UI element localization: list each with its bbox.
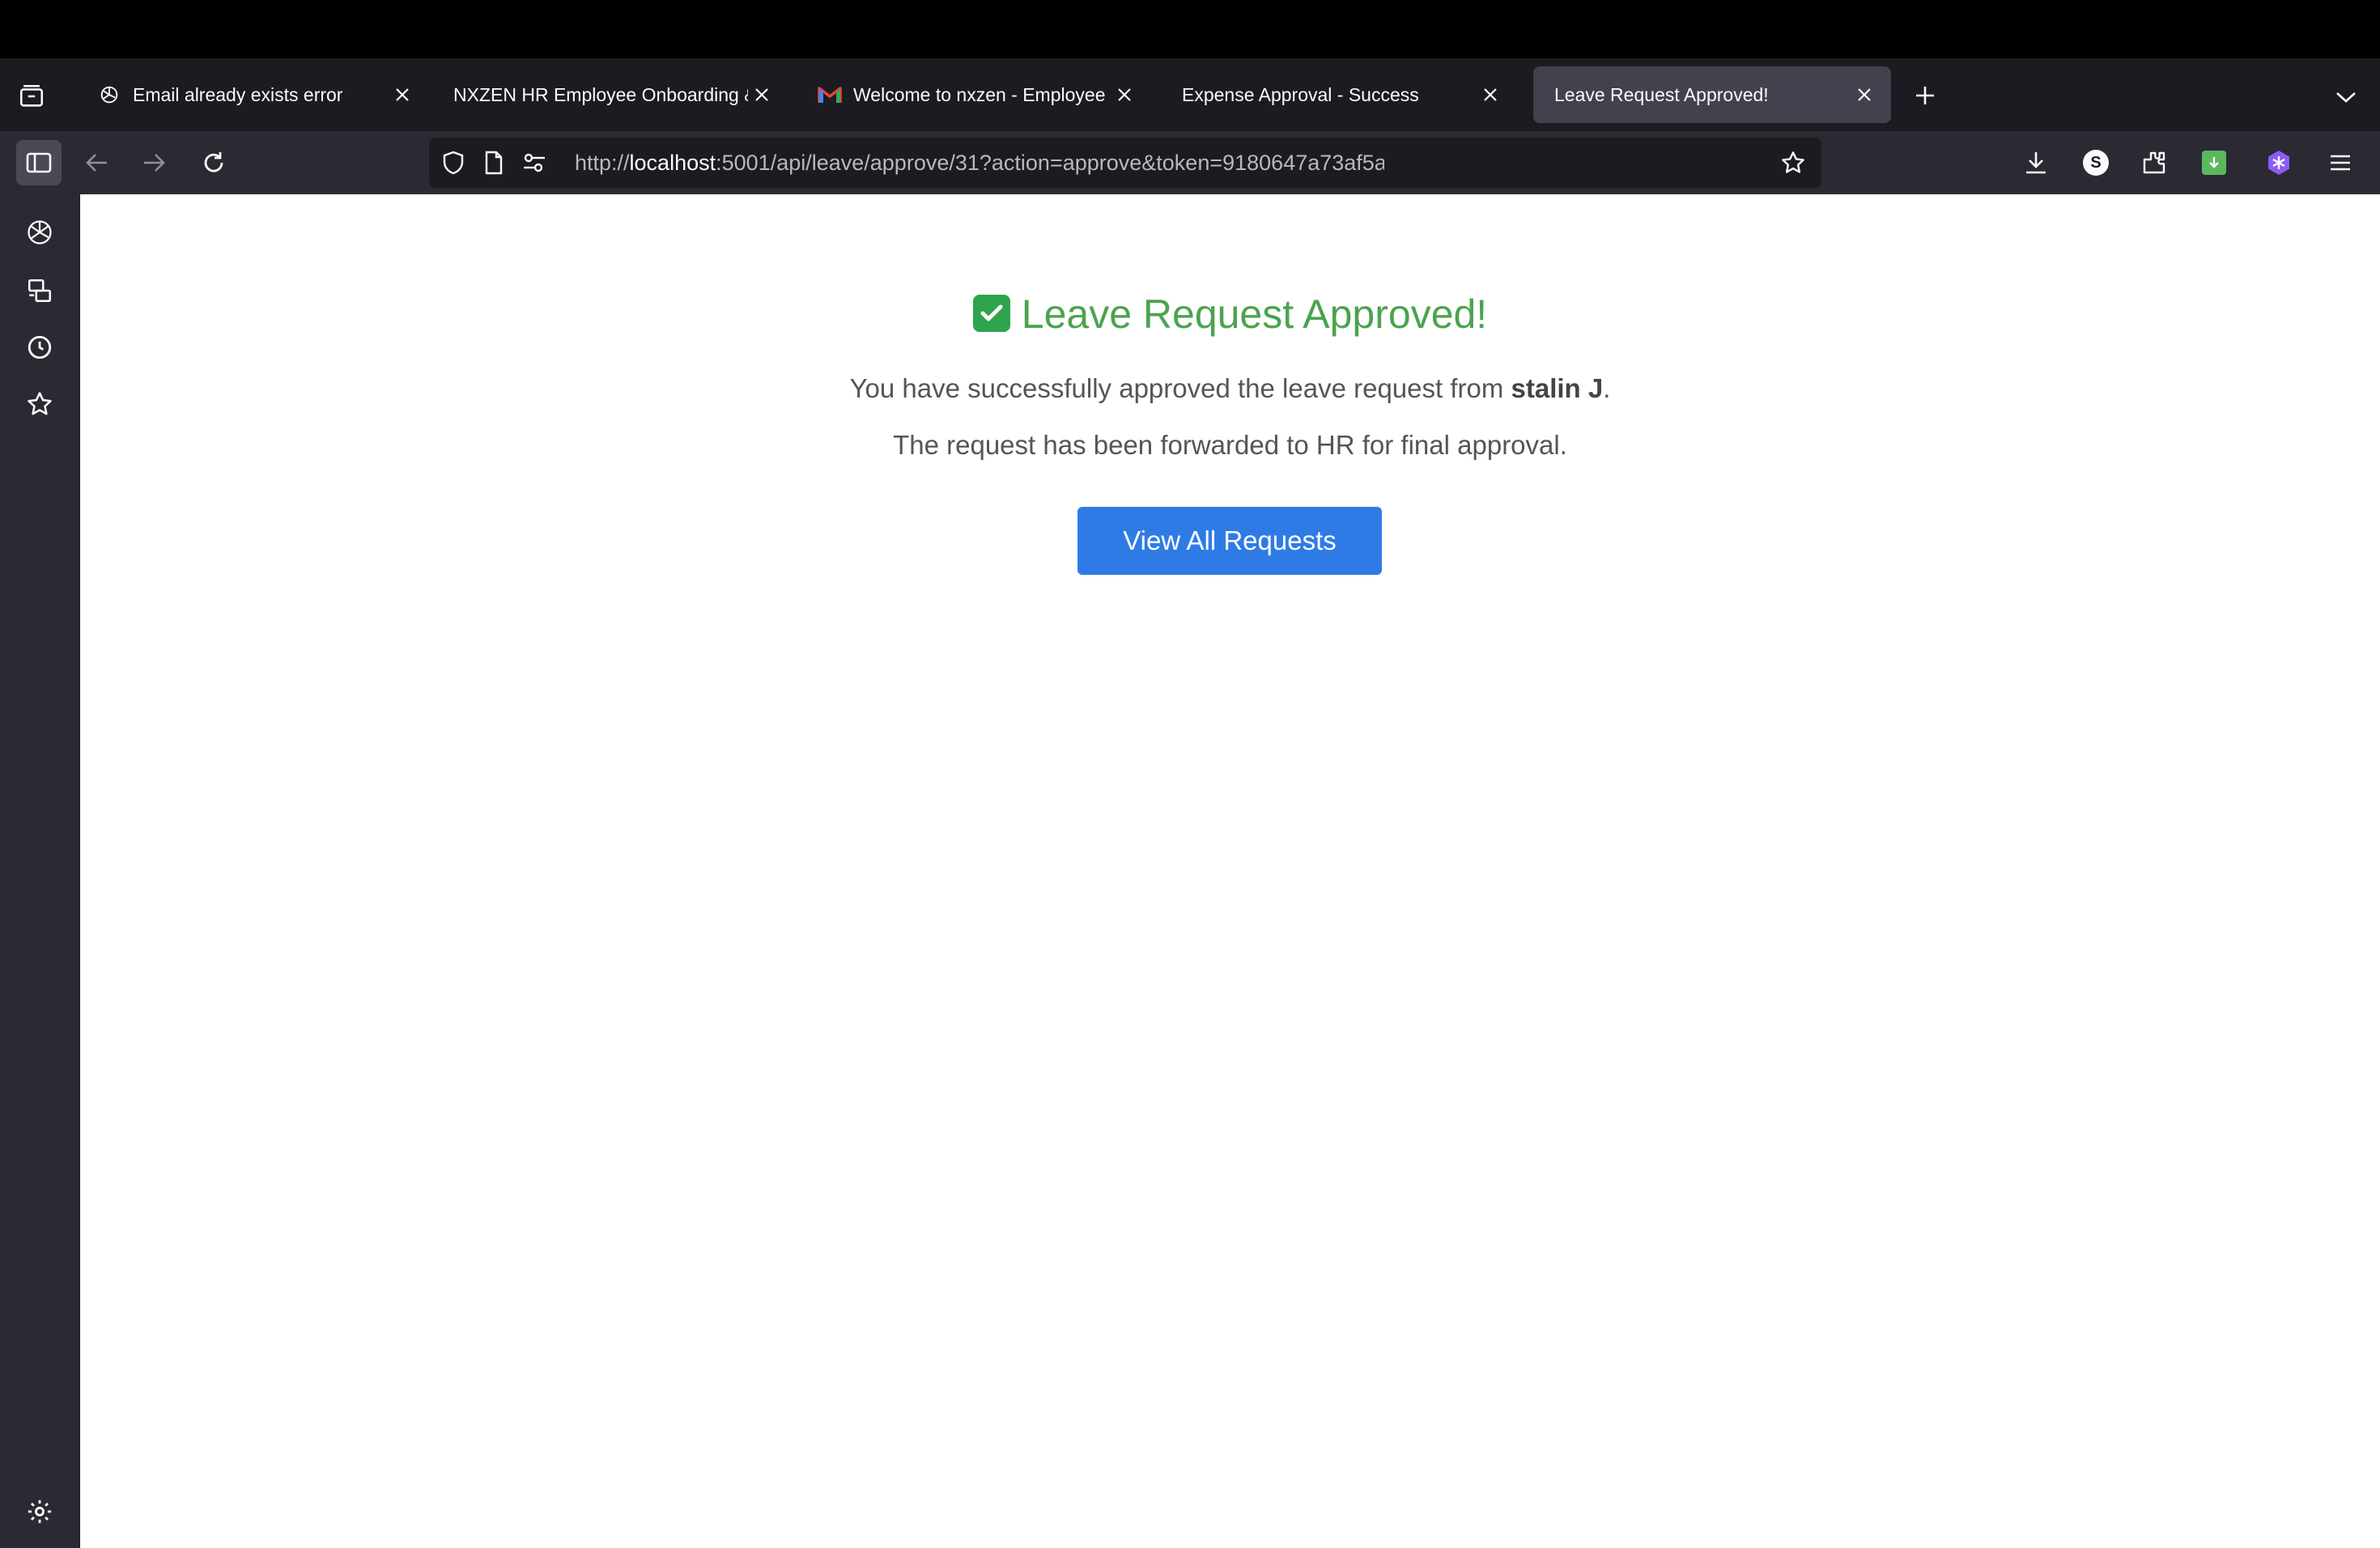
menu-icon[interactable] <box>2322 144 2359 181</box>
page-title: Leave Request Approved! <box>80 290 2380 338</box>
purple-extension-icon[interactable] <box>2260 144 2297 181</box>
downloads-icon[interactable] <box>2017 144 2055 181</box>
navigation-toolbar: http://localhost:5001/api/leave/approve/… <box>0 131 2380 194</box>
url-bar[interactable]: http://localhost:5001/api/leave/approve/… <box>429 138 1821 188</box>
shield-icon[interactable] <box>440 150 466 176</box>
synced-tabs-icon[interactable] <box>21 272 58 309</box>
forward-message: The request has been forwarded to HR for… <box>893 430 1567 460</box>
tab-title: Leave Request Approved! <box>1554 83 1769 105</box>
tab-title: Expense Approval - Success <box>1182 83 1419 105</box>
close-icon[interactable] <box>1477 81 1504 108</box>
gear-icon[interactable] <box>21 1493 58 1530</box>
close-icon[interactable] <box>389 81 416 108</box>
chatgpt-icon <box>97 83 121 107</box>
tab-email-exists[interactable]: Email already exists error <box>79 66 429 123</box>
os-menu-bar <box>0 0 2380 58</box>
tab-expense-approval[interactable]: Expense Approval - Success <box>1161 66 1517 123</box>
check-mark-icon <box>972 295 1010 332</box>
account-avatar[interactable]: S <box>2077 144 2114 181</box>
page-content: Leave Request Approved! You have success… <box>80 194 2380 1548</box>
extensions-icon[interactable] <box>2136 144 2173 181</box>
sidebar-toggle-icon[interactable] <box>16 140 62 185</box>
tab-title: Welcome to nxzen - Employee O <box>853 83 1111 105</box>
tab-nxzen-onboarding[interactable]: NXZEN HR Employee Onboarding & <box>432 66 788 123</box>
forward-icon[interactable] <box>131 140 176 185</box>
chatgpt-icon[interactable] <box>21 214 58 251</box>
permissions-icon[interactable] <box>521 150 547 176</box>
avatar-initial: S <box>2083 150 2109 176</box>
tab-title: NXZEN HR Employee Onboarding & <box>453 83 748 105</box>
close-icon[interactable] <box>1111 81 1138 108</box>
tab-title: Email already exists error <box>133 83 343 105</box>
new-tab-icon[interactable] <box>1909 79 1941 112</box>
message-prefix: You have successfully approved the leave… <box>849 373 1511 403</box>
bookmark-star-icon[interactable] <box>1779 149 1807 176</box>
message-suffix: . <box>1603 373 1611 403</box>
reload-icon[interactable] <box>191 140 236 185</box>
heading-text: Leave Request Approved! <box>1021 291 1488 337</box>
requester-name: stalin J <box>1511 373 1604 403</box>
bookmarks-star-icon[interactable] <box>21 385 58 423</box>
page-icon[interactable] <box>481 150 507 176</box>
tab-welcome-nxzen[interactable]: Welcome to nxzen - Employee O <box>800 66 1151 123</box>
back-icon[interactable] <box>74 140 120 185</box>
tab-leave-approved[interactable]: Leave Request Approved! <box>1533 66 1891 123</box>
close-icon[interactable] <box>748 81 776 108</box>
close-icon[interactable] <box>1851 81 1878 108</box>
history-icon[interactable] <box>21 329 58 366</box>
approval-message: You have successfully approved the leave… <box>80 371 2380 406</box>
url-text[interactable]: http://localhost:5001/api/leave/approve/… <box>575 149 1384 176</box>
green-extension-icon[interactable] <box>2195 144 2233 181</box>
view-all-requests-button[interactable]: View All Requests <box>1077 507 1382 575</box>
chevron-down-icon[interactable] <box>2330 81 2362 113</box>
firefox-view-icon[interactable] <box>15 79 49 113</box>
sidebar <box>0 194 79 1548</box>
gmail-icon <box>818 83 842 107</box>
tab-strip: Email already exists error NXZEN HR Empl… <box>0 58 2380 131</box>
